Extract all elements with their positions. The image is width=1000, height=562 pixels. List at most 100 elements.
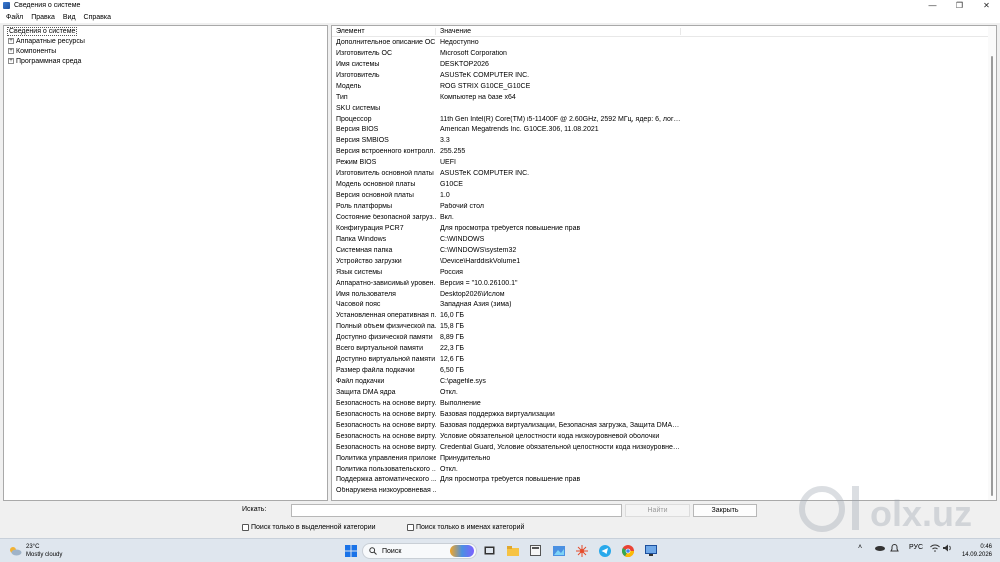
table-row[interactable]: Доступно виртуальной памяти 12,6 ГБ bbox=[332, 354, 996, 365]
table-row[interactable]: Версия встроенного контролл... 255.255 bbox=[332, 146, 996, 157]
table-row[interactable]: Папка Windows C:\WINDOWS bbox=[332, 234, 996, 245]
table-row[interactable]: Безопасность на основе вирту... Условие о… bbox=[332, 431, 996, 442]
expand-icon[interactable]: + bbox=[8, 58, 14, 64]
table-row[interactable]: Имя пользователя Desktop2026\Ислом bbox=[332, 289, 996, 300]
show-hidden-icons-chevron-icon[interactable]: ˄ bbox=[858, 544, 862, 551]
system-clock[interactable]: 0:46 14.09.2026 bbox=[962, 543, 992, 559]
row-item-name: SKU системы bbox=[336, 104, 381, 112]
close-button[interactable]: Закрыть bbox=[693, 504, 757, 517]
row-item-name: Версия встроенного контролл... bbox=[336, 148, 436, 156]
tree-item-components[interactable]: + Компоненты bbox=[4, 46, 327, 56]
table-row[interactable]: Режим BIOS UEFI bbox=[332, 157, 996, 168]
calculator-icon[interactable] bbox=[529, 544, 542, 557]
row-item-value: ASUSTeK COMPUTER INC. bbox=[440, 71, 530, 79]
table-row[interactable]: Защита DMA ядра Откл. bbox=[332, 387, 996, 398]
table-row[interactable]: Полный объем физической па... 15,8 ГБ bbox=[332, 321, 996, 332]
details-list[interactable]: Элемент Значение Дополнительное описание… bbox=[331, 25, 997, 501]
table-row[interactable]: Аппаратно-зависимый уровен... Версия = "1… bbox=[332, 278, 996, 289]
table-row[interactable]: Поддержка автоматического ... Для просмот… bbox=[332, 475, 996, 486]
table-row[interactable]: Имя системы DESKTOP2026 bbox=[332, 59, 996, 70]
checkbox-box[interactable] bbox=[407, 524, 414, 531]
taskbar-search-box[interactable]: Поиск bbox=[362, 543, 477, 559]
menu-file[interactable]: Файл bbox=[2, 14, 27, 21]
vertical-scrollbar[interactable] bbox=[988, 26, 996, 500]
table-row[interactable]: Обнаружена низкоуровневая ... bbox=[332, 485, 996, 496]
expand-icon[interactable]: + bbox=[8, 48, 14, 54]
table-row[interactable]: Дополнительное описание ОС Недоступно bbox=[332, 37, 996, 48]
tree-item-hardware-resources[interactable]: + Аппаратные ресурсы bbox=[4, 36, 327, 46]
menu-view[interactable]: Вид bbox=[59, 14, 80, 21]
table-row[interactable]: Версия SMBIOS 3.3 bbox=[332, 135, 996, 146]
close-icon[interactable]: ✕ bbox=[973, 0, 1000, 11]
column-header-item[interactable]: Элемент bbox=[332, 27, 436, 35]
telegram-icon[interactable] bbox=[598, 544, 611, 557]
row-item-name: Файл подкачки bbox=[336, 378, 385, 386]
table-row[interactable]: Процессор 11th Gen Intel(R) Core(TM) i5-1… bbox=[332, 114, 996, 125]
window-title: Сведения о системе bbox=[14, 2, 81, 9]
search-category-names-checkbox[interactable]: Поиск только в именах категорий bbox=[407, 524, 524, 531]
tree-item-system-summary[interactable]: Сведения о системе bbox=[4, 26, 327, 36]
row-item-name: Язык системы bbox=[336, 268, 383, 276]
table-row[interactable]: Устройство загрузки \Device\HarddiskVolum… bbox=[332, 256, 996, 267]
weather-widget[interactable]: 23°C Mostly cloudy bbox=[8, 543, 62, 559]
system-info-taskbar-icon[interactable] bbox=[644, 544, 657, 557]
details-rows: Дополнительное описание ОС Недоступно Изго… bbox=[332, 37, 996, 496]
find-button[interactable]: Найти bbox=[625, 504, 690, 517]
wifi-icon[interactable] bbox=[930, 544, 940, 552]
table-row[interactable]: Изготовитель ОС Microsoft Corporation bbox=[332, 48, 996, 59]
expand-icon[interactable]: + bbox=[8, 38, 14, 44]
photos-icon[interactable] bbox=[552, 544, 565, 557]
row-item-name: Доступно физической памяти bbox=[336, 334, 433, 342]
task-view-icon[interactable] bbox=[483, 544, 496, 557]
table-row[interactable]: Всего виртуальной памяти 22,3 ГБ bbox=[332, 343, 996, 354]
table-row[interactable]: Язык системы Россия bbox=[332, 267, 996, 278]
column-header-value[interactable]: Значение bbox=[436, 27, 681, 35]
row-item-name: Аппаратно-зависимый уровен... bbox=[336, 279, 436, 287]
checkbox-box[interactable] bbox=[242, 524, 249, 531]
language-indicator[interactable]: РУС bbox=[909, 544, 923, 551]
table-row[interactable]: Состояние безопасной загруз... Вкл. bbox=[332, 212, 996, 223]
tree-item-software-environment[interactable]: + Программная среда bbox=[4, 56, 327, 66]
table-row[interactable]: Системная папка C:\WINDOWS\system32 bbox=[332, 245, 996, 256]
table-row[interactable]: Безопасность на основе вирту... Credentia… bbox=[332, 442, 996, 453]
table-row[interactable]: Доступно физической памяти 8,89 ГБ bbox=[332, 332, 996, 343]
minimize-icon[interactable]: — bbox=[919, 0, 946, 11]
row-item-name: Изготовитель bbox=[336, 71, 380, 79]
row-item-value: 6,50 ГБ bbox=[440, 367, 464, 375]
start-icon[interactable] bbox=[344, 544, 357, 557]
sparkle-app-icon[interactable] bbox=[575, 544, 588, 557]
onedrive-icon[interactable] bbox=[874, 544, 885, 551]
table-row[interactable]: Конфигурация PCR7 Для просмотра требуется… bbox=[332, 223, 996, 234]
table-row[interactable]: Роль платформы Рабочий стол bbox=[332, 201, 996, 212]
menu-edit[interactable]: Правка bbox=[27, 14, 59, 21]
maximize-icon[interactable]: ❐ bbox=[946, 0, 973, 11]
notification-icon[interactable] bbox=[890, 544, 899, 553]
row-item-name: Папка Windows bbox=[336, 235, 387, 243]
table-row[interactable]: Безопасность на основе вирту... Базовая п… bbox=[332, 420, 996, 431]
category-tree[interactable]: Сведения о системе + Аппаратные ресурсы … bbox=[3, 25, 328, 501]
table-row[interactable]: Безопасность на основе вирту... Базовая п… bbox=[332, 409, 996, 420]
table-row[interactable]: Модель ROG STRIX G10CE_G10CE bbox=[332, 81, 996, 92]
taskbar: 23°C Mostly cloudy Поиск ˄ РУС 0:46 14.0… bbox=[0, 538, 1000, 562]
scrollbar-thumb[interactable] bbox=[991, 56, 993, 496]
table-row[interactable]: Изготовитель основной платы ASUSTeK COMPU… bbox=[332, 168, 996, 179]
table-row[interactable]: Политика управления приложе... Принудител… bbox=[332, 453, 996, 464]
table-row[interactable]: Безопасность на основе вирту... Выполнени… bbox=[332, 398, 996, 409]
table-row[interactable]: Файл подкачки C:\pagefile.sys bbox=[332, 376, 996, 387]
table-row[interactable]: Установленная оперативная п... 16,0 ГБ bbox=[332, 310, 996, 321]
table-row[interactable]: SKU системы bbox=[332, 103, 996, 114]
volume-icon[interactable] bbox=[943, 544, 952, 552]
table-row[interactable]: Тип Компьютер на базе x64 bbox=[332, 92, 996, 103]
table-row[interactable]: Размер файла подкачки 6,50 ГБ bbox=[332, 365, 996, 376]
table-row[interactable]: Политика пользовательского ... Откл. bbox=[332, 464, 996, 475]
chrome-icon[interactable] bbox=[621, 544, 634, 557]
table-row[interactable]: Часовой пояс Западная Азия (зима) bbox=[332, 300, 996, 311]
file-explorer-icon[interactable] bbox=[506, 544, 519, 557]
table-row[interactable]: Модель основной платы G10CE bbox=[332, 179, 996, 190]
menu-help[interactable]: Справка bbox=[80, 14, 115, 21]
table-row[interactable]: Версия BIOS American Megatrends Inc. G10C… bbox=[332, 125, 996, 136]
search-selected-category-checkbox[interactable]: Поиск только в выделенной категории bbox=[242, 524, 376, 531]
table-row[interactable]: Изготовитель ASUSTeK COMPUTER INC. bbox=[332, 70, 996, 81]
table-row[interactable]: Версия основной платы 1.0 bbox=[332, 190, 996, 201]
find-input[interactable] bbox=[291, 504, 622, 517]
